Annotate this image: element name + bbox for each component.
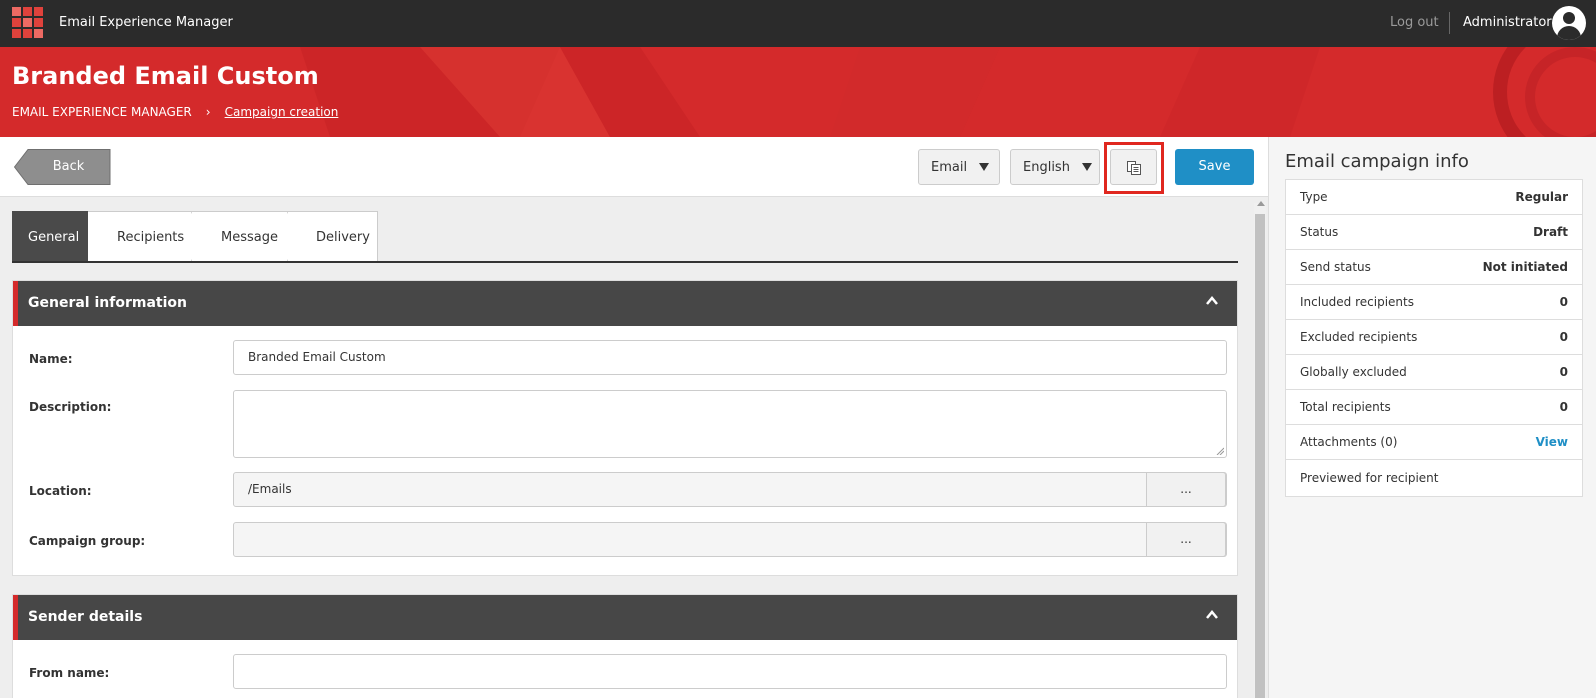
channel-dropdown-value: Email [931,159,968,175]
section-header[interactable]: General information [13,281,1237,326]
info-label: Excluded recipients [1300,330,1418,344]
breadcrumb: EMAIL EXPERIENCE MANAGER › Campaign crea… [12,105,338,119]
language-dropdown-value: English [1023,159,1070,175]
chevron-up-icon[interactable] [1205,608,1219,622]
info-table: Type Regular Status Draft Send status No… [1285,179,1583,497]
sender-details-section: Sender details From name: [12,594,1238,698]
info-value: Not initiated [1482,260,1568,274]
info-label: Total recipients [1300,400,1391,414]
breadcrumb-root[interactable]: EMAIL EXPERIENCE MANAGER [12,105,192,119]
caret-down-icon [979,163,990,171]
info-value: 0 [1559,365,1568,379]
page-title: Branded Email Custom [12,62,319,90]
info-label: Previewed for recipient [1300,471,1439,485]
campaign-group-input[interactable]: ... [233,522,1227,557]
info-row-previewed: Previewed for recipient [1286,460,1582,496]
main-content: General Recipients Message Delivery Gene… [0,197,1268,698]
tabs-underline [12,261,1238,263]
info-value: Regular [1515,190,1568,204]
copy-icon [1127,161,1141,175]
tab-label: Message [221,230,278,245]
chevron-right-icon: › [205,105,211,119]
back-button[interactable]: Back [14,149,111,185]
view-attachments-link[interactable]: View [1536,435,1568,449]
info-label: Send status [1300,260,1371,274]
info-label: Included recipients [1300,295,1414,309]
info-label: Type [1300,190,1328,204]
tab-recipients[interactable]: Recipients [88,211,205,262]
info-label: Attachments (0) [1300,435,1398,449]
name-input[interactable]: Branded Email Custom [233,340,1227,375]
page-banner: Branded Email Custom EMAIL EXPERIENCE MA… [0,47,1596,137]
language-dropdown[interactable]: English [1010,149,1100,185]
resize-handle-icon[interactable] [1216,447,1224,455]
chevron-up-icon[interactable] [1205,294,1219,308]
tab-delivery[interactable]: Delivery [288,211,378,262]
info-label: Status [1300,225,1339,239]
user-avatar-icon[interactable] [1552,6,1586,40]
banner-pattern [300,47,1596,137]
breadcrumb-current[interactable]: Campaign creation [225,105,339,119]
campaign-info-panel: Email campaign info Type Regular Status … [1268,137,1596,698]
back-button-label: Back [52,159,85,174]
tab-label: General [28,230,80,245]
info-row-globally-excluded: Globally excluded 0 [1286,355,1582,390]
info-row-status: Status Draft [1286,215,1582,250]
section-header[interactable]: Sender details [13,595,1237,640]
toolbar: Back Email English Save [0,137,1268,197]
top-bar: Email Experience Manager Log out Adminis… [0,0,1596,47]
general-information-section: General information Name: Branded Email … [12,280,1238,576]
from-name-input[interactable] [233,654,1227,689]
panel-title: Email campaign info [1285,151,1469,172]
caret-down-icon [1081,163,1092,171]
scroll-up-icon[interactable] [1257,201,1265,206]
info-row-excluded-recipients: Excluded recipients 0 [1286,320,1582,355]
copy-button[interactable] [1110,149,1157,185]
app-logo-icon[interactable] [12,7,43,38]
wizard-tabs: General Recipients Message Delivery [12,211,378,262]
info-value: 0 [1559,330,1568,344]
channel-dropdown[interactable]: Email [918,149,1000,185]
logout-link[interactable]: Log out [1390,15,1439,30]
app-title: Email Experience Manager [59,15,233,30]
scrollbar-thumb[interactable] [1255,214,1265,698]
tab-message[interactable]: Message [192,211,301,262]
name-label: Name: [29,352,73,366]
info-row-type: Type Regular [1286,180,1582,215]
user-name[interactable]: Administrator [1463,15,1552,30]
header-divider [1449,12,1450,34]
tab-label: Delivery [316,230,370,245]
description-label: Description: [29,400,112,414]
info-row-total-recipients: Total recipients 0 [1286,390,1582,425]
save-button[interactable]: Save [1175,149,1254,185]
info-value: Draft [1533,225,1568,239]
location-browse-button[interactable]: ... [1146,472,1226,507]
info-value: 0 [1559,295,1568,309]
description-textarea[interactable] [233,390,1227,458]
info-value: 0 [1559,400,1568,414]
info-row-send-status: Send status Not initiated [1286,250,1582,285]
tab-general[interactable]: General [12,211,101,262]
section-title: Sender details [28,609,143,625]
location-label: Location: [29,484,92,498]
location-value: /Emails [248,482,292,496]
info-row-included-recipients: Included recipients 0 [1286,285,1582,320]
campaign-group-label: Campaign group: [29,534,146,548]
info-row-attachments: Attachments (0) View [1286,425,1582,460]
tab-label: Recipients [117,230,185,245]
info-label: Globally excluded [1300,365,1407,379]
campaign-group-browse-button[interactable]: ... [1146,522,1226,557]
from-name-label: From name: [29,666,110,680]
section-title: General information [28,295,187,311]
location-input[interactable]: /Emails ... [233,472,1227,507]
